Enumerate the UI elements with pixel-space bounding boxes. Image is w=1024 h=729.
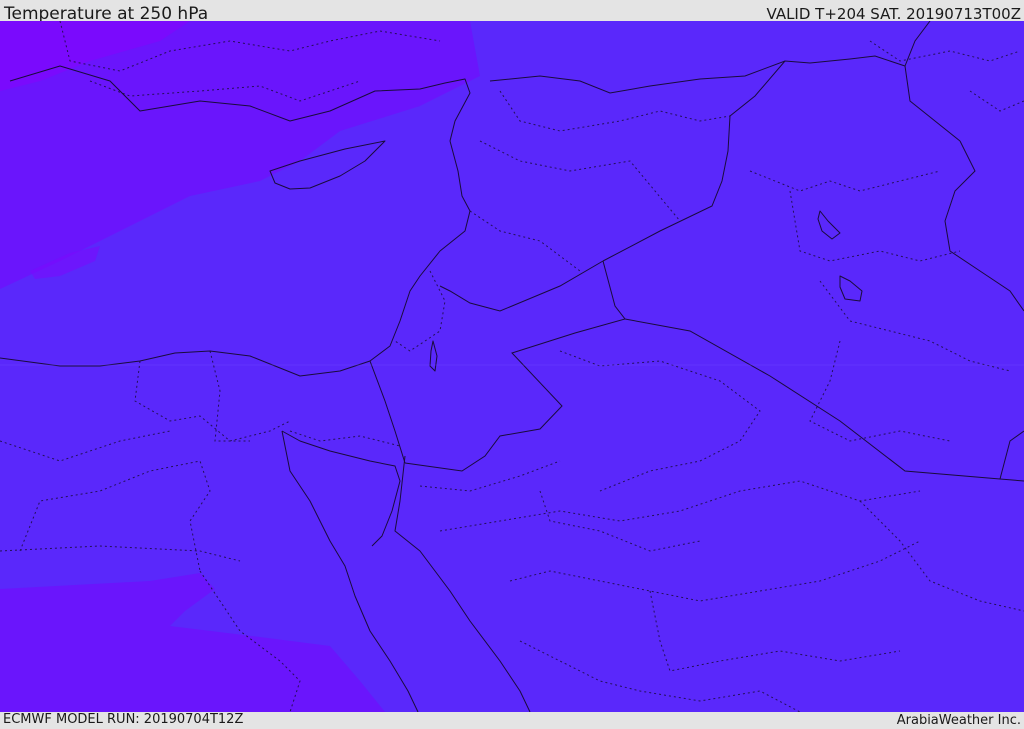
border-syria-jordan: [439, 260, 604, 312]
coastline-arabia-west: [394, 455, 531, 712]
admin-line: [209, 350, 250, 442]
coastline-sinai: [281, 430, 401, 547]
admin-line: [869, 40, 1021, 62]
national-borders: [369, 21, 1024, 482]
border-turkey-syria: [489, 55, 961, 142]
admin-line: [749, 170, 941, 192]
admin-line: [499, 90, 731, 132]
header-bar: Temperature at 250 hPa VALID T+204 SAT. …: [0, 0, 1024, 24]
border-turkey-iran: [904, 21, 931, 67]
admin-line: [0, 545, 241, 562]
footer-bar: ECMWF MODEL RUN: 20190704T12Z ArabiaWeat…: [0, 712, 1024, 729]
admin-line: [469, 210, 581, 272]
admin-line: [479, 140, 681, 222]
admin-line: [0, 430, 171, 462]
admin-line: [439, 480, 921, 532]
map-canvas: [0, 21, 1024, 712]
credit: ArabiaWeather Inc.: [896, 713, 1021, 728]
admin-line: [819, 280, 1011, 372]
admin-line: [394, 270, 446, 352]
model-run: ECMWF MODEL RUN: 20190704T12Z: [3, 712, 244, 727]
lake-tharthar: [839, 275, 863, 302]
admin-line: [969, 90, 1024, 112]
admin-line: [419, 460, 561, 492]
admin-line: [19, 460, 211, 572]
admin-line: [539, 490, 701, 552]
admin-line: [289, 430, 401, 447]
admin-line: [859, 500, 1024, 612]
admin-line: [559, 350, 761, 492]
admin-line: [789, 190, 961, 262]
admin-line: [134, 360, 291, 442]
border-egypt-israel: [369, 360, 406, 464]
admin-line: [649, 590, 901, 672]
weather-map: [0, 21, 1024, 712]
temperature-zone-warm-south: [0, 573, 385, 712]
border-jordan-saudi: [404, 260, 626, 472]
admin-line: [519, 640, 801, 712]
coastline-dead-sea: [429, 340, 438, 372]
admin-line: [809, 340, 951, 442]
admin-line: [509, 540, 921, 602]
lake-van: [817, 210, 841, 240]
border-iraq-iran: [944, 140, 1024, 312]
border-iraq-saudi: [624, 318, 1024, 482]
border-kuwait: [999, 430, 1024, 480]
